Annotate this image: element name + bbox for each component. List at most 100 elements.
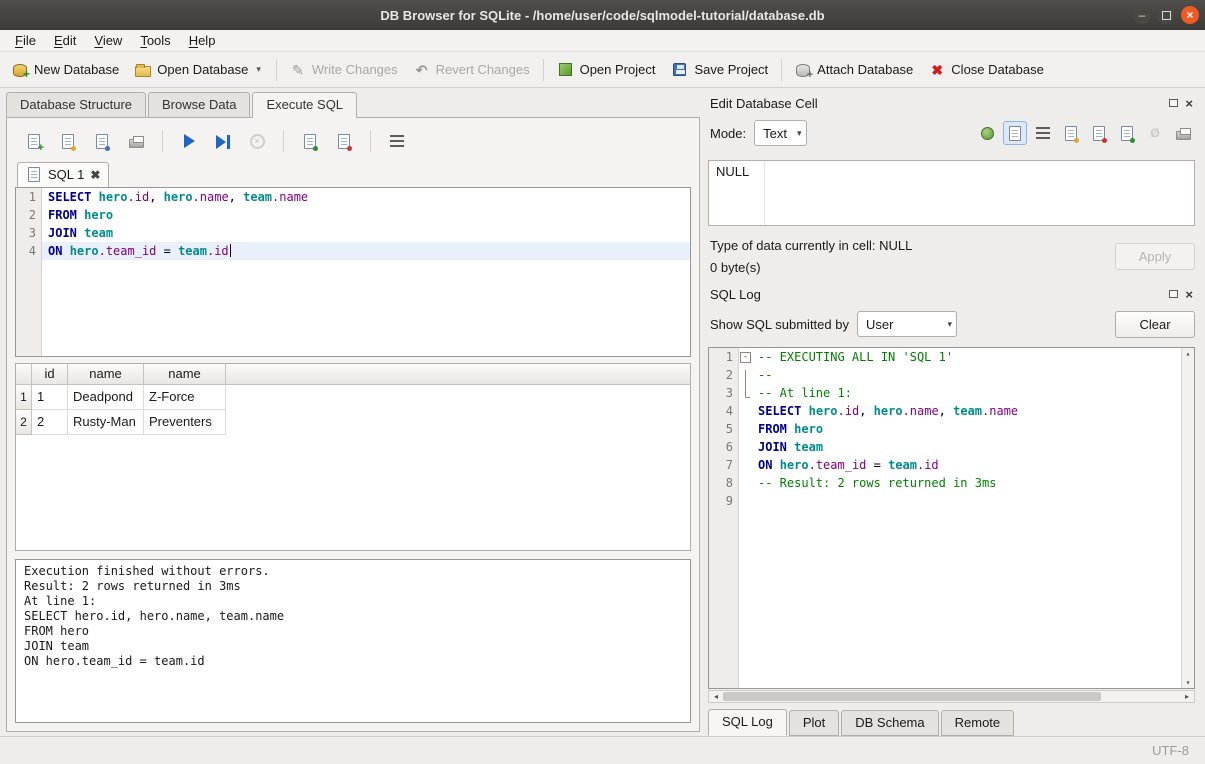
tab-execute-sql[interactable]: Execute SQL — [252, 92, 357, 118]
chevron-down-icon: ▾ — [797, 128, 802, 139]
new-database-button[interactable]: New Database — [4, 58, 127, 81]
tab-sql-log[interactable]: SQL Log — [708, 709, 787, 736]
log-fold-column — [739, 348, 752, 688]
print-icon[interactable] — [1171, 121, 1195, 145]
open-file-icon[interactable] — [1059, 121, 1083, 145]
execution-output[interactable]: Execution finished without errors.Result… — [15, 559, 691, 723]
encoding-label: UTF-8 — [1152, 743, 1189, 758]
table-row[interactable]: 11DeadpondZ-Force — [16, 385, 690, 410]
word-wrap-icon[interactable] — [1031, 121, 1055, 145]
code-line: FROM hero — [42, 206, 690, 224]
scroll-left-icon[interactable]: ◂ — [709, 692, 723, 701]
save-results-icon[interactable] — [331, 128, 357, 154]
toolbar-separator — [283, 130, 284, 152]
text-view-icon[interactable] — [1003, 121, 1027, 145]
revert-changes-button[interactable]: ↶Revert Changes — [406, 58, 538, 82]
log-code: -- EXECUTING ALL IN 'SQL 1'---- At line … — [752, 348, 1181, 688]
open-database-dropdown-icon[interactable]: ▾ — [254, 64, 263, 75]
sql-log-view[interactable]: 123456789 -- EXECUTING ALL IN 'SQL 1'---… — [708, 347, 1195, 689]
close-database-label: Close Database — [951, 62, 1044, 77]
results-grid[interactable]: idnamename11DeadpondZ-Force22Rusty-ManPr… — [15, 363, 691, 551]
open-project-button[interactable]: Open Project — [549, 57, 664, 82]
write-changes-button[interactable]: ✎Write Changes — [282, 58, 406, 82]
scroll-right-icon[interactable]: ▸ — [1180, 692, 1194, 701]
column-header-name-2[interactable]: name — [144, 364, 226, 384]
table-cell[interactable]: Z-Force — [144, 385, 226, 410]
save-project-button[interactable]: Save Project — [663, 57, 776, 82]
export-icon[interactable] — [1115, 121, 1139, 145]
close-dock-icon[interactable]: × — [1185, 97, 1193, 110]
menu-edit[interactable]: Edit — [45, 31, 85, 50]
tab-db-schema[interactable]: DB Schema — [841, 710, 938, 736]
close-button[interactable]: × — [1181, 6, 1199, 24]
scroll-up-icon[interactable]: ▴ — [1186, 349, 1191, 358]
code-line: FROM hero — [752, 420, 1181, 438]
tab-browse-data[interactable]: Browse Data — [148, 92, 250, 117]
text-cursor — [230, 244, 231, 257]
auto-switch-mode-icon[interactable] — [975, 121, 999, 145]
export-results-icon[interactable] — [297, 128, 323, 154]
edit-cell-toolbar: Mode: Text ▾ Ø — [708, 114, 1195, 152]
table-row[interactable]: 22Rusty-ManPreventers — [16, 410, 690, 435]
scroll-down-icon[interactable]: ▾ — [1186, 678, 1191, 687]
set-null-icon[interactable]: Ø — [1143, 121, 1167, 145]
mode-select[interactable]: Text ▾ — [754, 120, 806, 146]
menu-tools[interactable]: Tools — [131, 31, 179, 50]
row-header: 2 — [16, 410, 32, 435]
table-cell[interactable]: Deadpond — [68, 385, 144, 410]
float-dock-icon[interactable] — [1169, 99, 1178, 107]
menu-file[interactable]: File — [6, 31, 45, 50]
submitted-by-select[interactable]: User ▾ — [857, 311, 957, 337]
title-bar[interactable]: DB Browser for SQLite - /home/user/code/… — [0, 0, 1205, 30]
open-sql-file-icon[interactable] — [55, 128, 81, 154]
edit-cell-dock-title: Edit Database Cell × — [708, 92, 1195, 114]
close-database-icon: ✖ — [929, 62, 945, 78]
table-cell[interactable]: Rusty-Man — [68, 410, 144, 435]
float-dock-icon[interactable] — [1169, 290, 1178, 298]
print-icon[interactable] — [123, 128, 149, 154]
import-icon[interactable] — [1087, 121, 1111, 145]
cell-value-editor[interactable]: NULL — [708, 160, 1195, 226]
open-database-button[interactable]: Open Database▾ — [127, 58, 271, 81]
toolbar-separator — [370, 130, 371, 152]
apply-button[interactable]: Apply — [1115, 243, 1195, 270]
line-number: 5 — [709, 420, 738, 438]
maximize-button[interactable] — [1157, 6, 1175, 24]
close-tab-icon[interactable]: ✖ — [90, 169, 100, 181]
table-cell[interactable]: 2 — [32, 410, 68, 435]
open-tab-icon[interactable] — [21, 128, 47, 154]
tab-plot[interactable]: Plot — [789, 710, 839, 736]
horizontal-scrollbar[interactable]: ◂ ▸ — [708, 690, 1195, 703]
format-sql-icon[interactable] — [384, 128, 410, 154]
menu-help[interactable]: Help — [180, 31, 225, 50]
menu-view[interactable]: View — [85, 31, 131, 50]
chevron-down-icon: ▾ — [947, 319, 952, 330]
stop-icon[interactable]: × — [244, 128, 270, 154]
column-header-name-1[interactable]: name — [68, 364, 144, 384]
table-cell[interactable]: Preventers — [144, 410, 226, 435]
code-line: -- — [752, 366, 1181, 384]
table-cell[interactable]: 1 — [32, 385, 68, 410]
execute-current-line-icon[interactable] — [210, 128, 236, 154]
column-header-id-0[interactable]: id — [32, 364, 68, 384]
tab-database-structure[interactable]: Database Structure — [6, 92, 146, 117]
close-database-button[interactable]: ✖ Close Database — [921, 58, 1052, 82]
sql-editor[interactable]: 1234 SELECT hero.id, hero.name, team.nam… — [15, 187, 691, 357]
minimize-button[interactable]: – — [1133, 6, 1151, 24]
new-database-icon — [13, 64, 27, 77]
main-tab-bar: Database StructureBrowse DataExecute SQL — [6, 90, 700, 117]
clear-button[interactable]: Clear — [1115, 311, 1195, 338]
line-number: 4 — [709, 402, 738, 420]
attach-database-button[interactable]: Attach Database — [787, 58, 921, 81]
line-number: 3 — [16, 224, 41, 242]
save-sql-file-icon[interactable] — [89, 128, 115, 154]
vertical-scrollbar[interactable]: ▴ ▾ — [1181, 348, 1194, 688]
save-project-icon — [673, 63, 686, 76]
execute-all-icon[interactable] — [176, 128, 202, 154]
tab-sql-1[interactable]: SQL 1 ✖ — [17, 162, 109, 187]
fold-marker[interactable] — [739, 352, 752, 370]
output-line: ON hero.team_id = team.id — [24, 654, 682, 669]
close-dock-icon[interactable]: × — [1185, 288, 1193, 301]
scrollbar-thumb[interactable] — [723, 692, 1101, 701]
tab-remote[interactable]: Remote — [941, 710, 1015, 736]
